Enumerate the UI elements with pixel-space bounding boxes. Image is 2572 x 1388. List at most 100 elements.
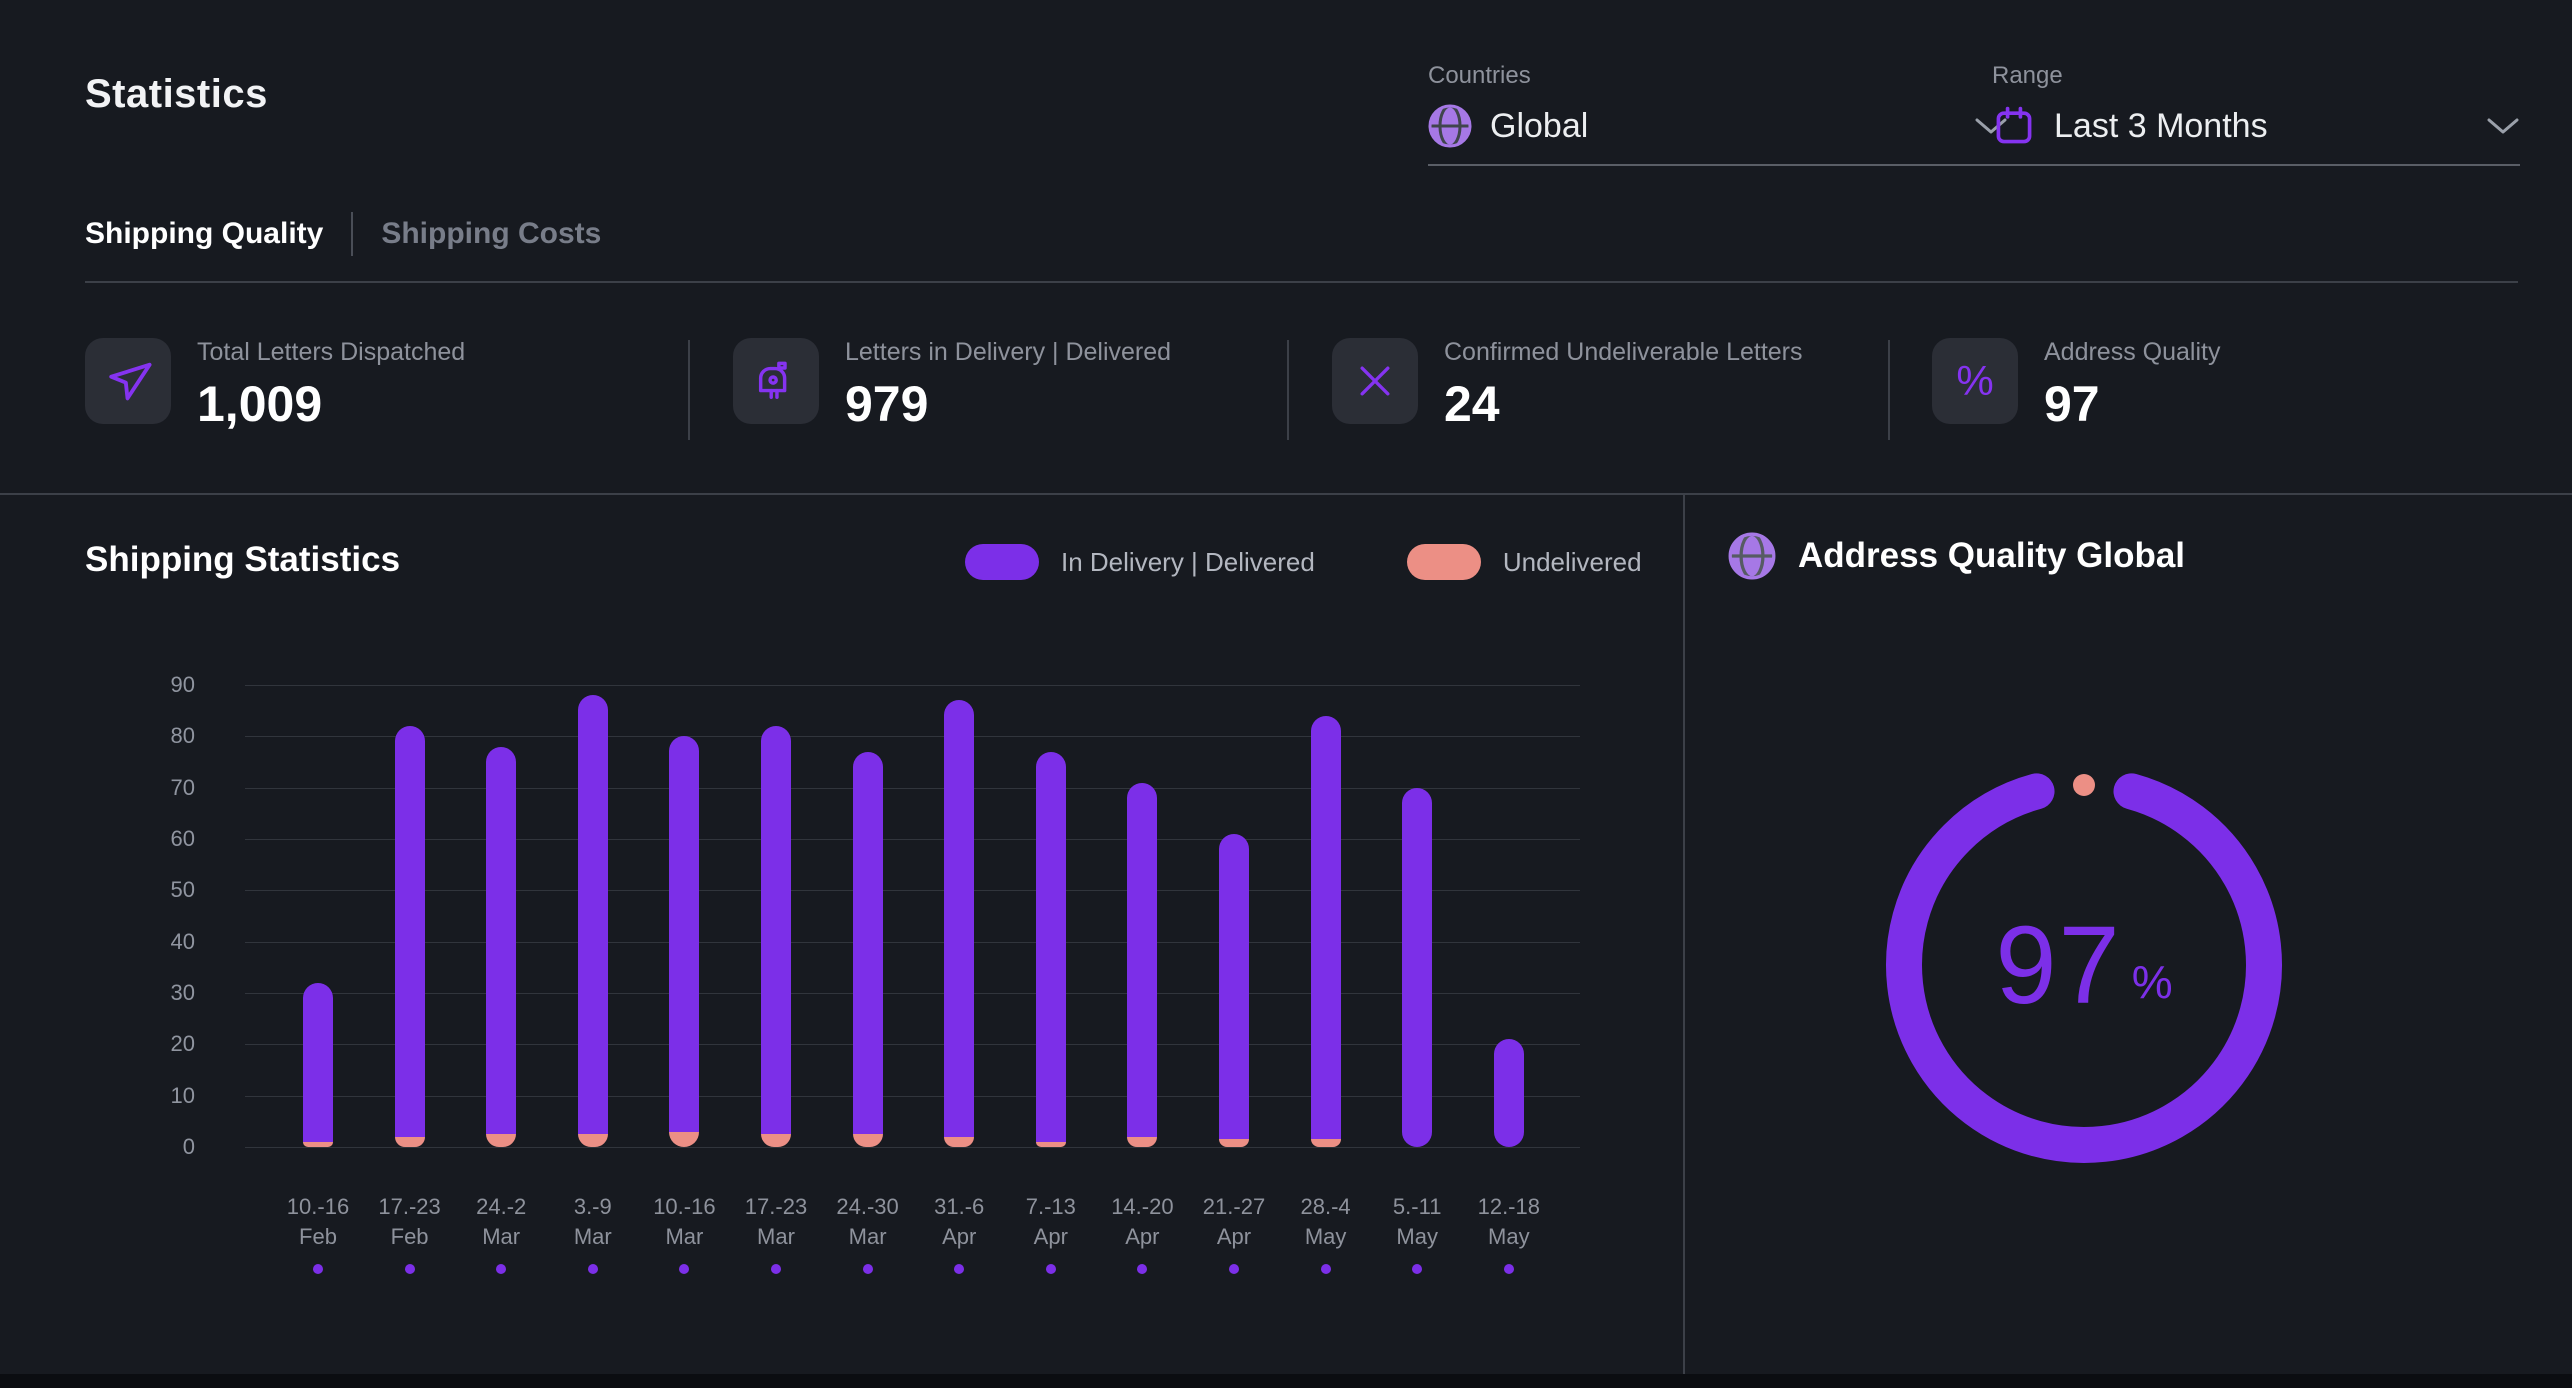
x-tick-label: 12.-18May [1478, 1192, 1540, 1252]
bar-17-23-Feb[interactable] [395, 726, 425, 1147]
donut-percent: 97 [1995, 902, 2121, 1029]
kpi-label: Total Letters Dispatched [197, 338, 465, 367]
gridline [245, 736, 1580, 737]
x-tick-dot [405, 1264, 415, 1274]
gridline [245, 890, 1580, 891]
bar-undelivered-segment [669, 1132, 699, 1147]
bottom-edge [0, 1374, 2572, 1388]
bar-delivered-segment [669, 736, 699, 1132]
bar-3-9-Mar[interactable] [578, 695, 608, 1147]
x-axis-labels: 10.-16Feb17.-23Feb24.-2Mar3.-9Mar10.-16M… [245, 1192, 1580, 1302]
range-value: Last 3 Months [2054, 107, 2268, 146]
bar-7-13-Apr[interactable] [1036, 752, 1066, 1147]
donut-percent-suffix: % [2132, 955, 2173, 1009]
gridline [245, 993, 1580, 994]
countries-underline [1428, 164, 2008, 166]
bar-undelivered-segment [1127, 1137, 1157, 1147]
bar-undelivered-segment [944, 1137, 974, 1147]
bar-5-11-May[interactable] [1402, 788, 1432, 1147]
bar-17-23-Mar[interactable] [761, 726, 791, 1147]
gridline [245, 942, 1580, 943]
shipping-statistics-title: Shipping Statistics [85, 540, 400, 580]
tab-shipping-quality[interactable]: Shipping Quality [85, 217, 323, 251]
bar-14-20-Apr[interactable] [1127, 783, 1157, 1147]
bar-delivered-segment [1036, 752, 1066, 1142]
gridline [245, 685, 1580, 686]
address-quality-donut: 97 % [1864, 745, 2304, 1185]
y-tick-label: 70 [171, 775, 195, 801]
x-tick-dot [496, 1264, 506, 1274]
bar-24-2-Mar[interactable] [486, 747, 516, 1147]
kpi-card-undeliverable: Confirmed Undeliverable Letters 24 [1332, 338, 1803, 433]
x-tick-dot [1137, 1264, 1147, 1274]
percent-icon: % [1932, 338, 2018, 424]
bar-undelivered-segment [1219, 1139, 1249, 1147]
globe-icon [1428, 104, 1472, 148]
range-underline [1992, 164, 2520, 166]
calendar-icon [1992, 104, 2036, 148]
y-tick-label: 0 [183, 1134, 195, 1160]
bar-10-16-Feb[interactable] [303, 983, 333, 1147]
bar-delivered-segment [1219, 834, 1249, 1139]
tab-bar: Shipping Quality Shipping Costs [85, 212, 601, 256]
bar-chart-plot [245, 685, 1580, 1147]
legend-label-undelivered: Undelivered [1503, 547, 1642, 578]
bar-24-30-Mar[interactable] [853, 752, 883, 1147]
gridline [245, 1096, 1580, 1097]
kpi-divider [688, 340, 690, 440]
x-tick-label: 10.-16Feb [287, 1192, 349, 1252]
countries-dropdown[interactable]: Countries Global [1428, 62, 2008, 166]
bar-28-4-May[interactable] [1311, 716, 1341, 1147]
bar-31-6-Apr[interactable] [944, 700, 974, 1147]
y-axis-labels: 9080706050403020100 [120, 685, 195, 1147]
x-tick-dot [588, 1264, 598, 1274]
y-tick-label: 90 [171, 672, 195, 698]
x-tick-dot [954, 1264, 964, 1274]
bar-delivered-segment [486, 747, 516, 1134]
address-quality-title: Address Quality Global [1798, 536, 2185, 576]
x-tick-label: 3.-9Mar [574, 1192, 612, 1252]
kpi-divider [1888, 340, 1890, 440]
bar-undelivered-segment [578, 1134, 608, 1147]
bar-undelivered-segment [1036, 1142, 1066, 1147]
y-tick-label: 80 [171, 723, 195, 749]
tabs-divider [85, 281, 2518, 283]
x-tick-label: 5.-11May [1393, 1192, 1442, 1252]
chevron-down-icon[interactable] [2486, 117, 2520, 135]
x-tick-label: 28.-4May [1301, 1192, 1351, 1252]
range-dropdown[interactable]: Range Last 3 Months [1992, 62, 2520, 166]
bar-21-27-Apr[interactable] [1219, 834, 1249, 1147]
legend-swatch-undelivered [1407, 544, 1481, 580]
bar-delivered-segment [303, 983, 333, 1142]
y-tick-label: 30 [171, 980, 195, 1006]
bar-delivered-segment [1311, 716, 1341, 1139]
kpi-divider [1287, 340, 1289, 440]
section-divider [0, 493, 2572, 495]
bar-10-16-Mar[interactable] [669, 736, 699, 1147]
kpi-value: 24 [1444, 375, 1803, 433]
chart-legend: In Delivery | Delivered Undelivered [965, 544, 1642, 580]
bar-delivered-segment [853, 752, 883, 1134]
x-tick-dot [863, 1264, 873, 1274]
x-tick-label: 24.-30Mar [836, 1192, 898, 1252]
legend-label-delivered: In Delivery | Delivered [1061, 547, 1315, 578]
x-tick-label: 7.-13Apr [1026, 1192, 1076, 1252]
kpi-value: 1,009 [197, 375, 465, 433]
bar-12-18-May[interactable] [1494, 1039, 1524, 1147]
mailbox-icon [733, 338, 819, 424]
globe-icon [1728, 532, 1776, 580]
page-title: Statistics [85, 72, 268, 117]
x-tick-label: 24.-2Mar [476, 1192, 526, 1252]
y-tick-label: 10 [171, 1083, 195, 1109]
bar-delivered-segment [944, 700, 974, 1137]
gridline [245, 1147, 1580, 1148]
y-tick-label: 40 [171, 929, 195, 955]
bar-delivered-segment [395, 726, 425, 1137]
tab-shipping-costs[interactable]: Shipping Costs [381, 217, 601, 251]
y-tick-label: 60 [171, 826, 195, 852]
x-tick-dot [679, 1264, 689, 1274]
x-tick-label: 10.-16Mar [653, 1192, 715, 1252]
bar-delivered-segment [761, 726, 791, 1134]
y-tick-label: 20 [171, 1031, 195, 1057]
kpi-card-address-quality: % Address Quality 97 [1932, 338, 2220, 433]
